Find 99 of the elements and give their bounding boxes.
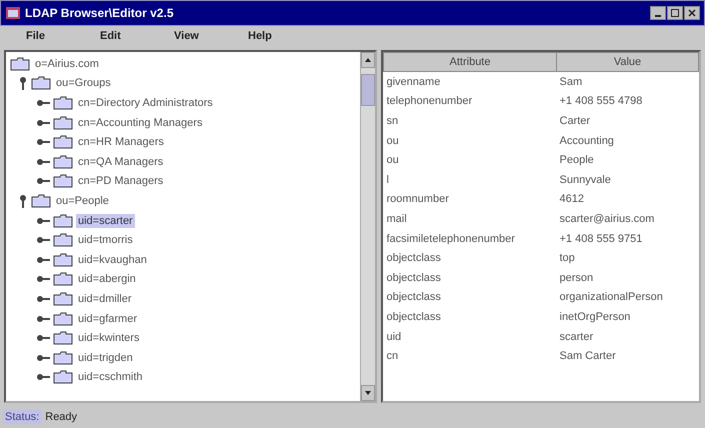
table-cell-text: ou xyxy=(386,134,400,149)
collapsed-handle-icon[interactable] xyxy=(36,137,50,148)
table-cell-text: l xyxy=(386,172,390,188)
tree-item[interactable]: uid=kvaughan xyxy=(76,252,149,267)
table-cell-text: person xyxy=(558,270,594,286)
collapsed-handle-icon[interactable] xyxy=(36,216,50,226)
table-cell-text: objectclass xyxy=(386,270,442,286)
folder-icon xyxy=(53,233,73,248)
table-cell-text: People xyxy=(558,153,595,168)
table-cell-text: scarter xyxy=(558,330,594,345)
collapsed-handle-icon[interactable] xyxy=(36,156,50,167)
tree-item[interactable]: o=Airius.com xyxy=(33,56,101,71)
column-header[interactable]: Attribute xyxy=(384,52,556,72)
tree-item[interactable]: uid=dmiller xyxy=(76,292,134,306)
folder-icon xyxy=(53,350,73,365)
close-icon xyxy=(688,9,696,17)
folder-icon xyxy=(53,96,73,110)
status-label: Status: xyxy=(3,410,42,424)
menu-item[interactable]: File xyxy=(26,30,100,42)
menu-item[interactable]: View xyxy=(174,30,248,42)
collapsed-handle-icon[interactable] xyxy=(36,372,50,382)
folder-icon xyxy=(53,174,73,188)
table-cell: Sam xyxy=(556,72,698,92)
tree-item[interactable]: cn=HR Managers xyxy=(76,135,166,150)
expanded-handle-icon[interactable] xyxy=(18,76,28,90)
tree-item[interactable]: uid=trigden xyxy=(76,350,135,365)
collapsed-handle-icon[interactable] xyxy=(36,176,50,186)
collapsed-handle-icon[interactable] xyxy=(36,235,50,246)
folder-icon xyxy=(10,56,30,71)
scrollbar[interactable] xyxy=(360,52,375,401)
collapsed-handle-icon[interactable] xyxy=(36,294,50,304)
window-title: LDAP Browser\Editor v2.5 xyxy=(25,6,174,20)
folder-icon xyxy=(31,194,51,208)
folder-icon xyxy=(53,214,73,228)
expanded-handle-icon[interactable] xyxy=(18,194,28,208)
folder-icon xyxy=(53,272,73,286)
folder-icon xyxy=(53,252,73,267)
table-cell-text: uid xyxy=(386,330,402,345)
tree-item[interactable]: uid=scarter xyxy=(76,214,135,228)
collapsed-handle-icon[interactable] xyxy=(36,314,50,324)
table-cell-text: cn xyxy=(386,349,400,364)
folder-icon xyxy=(53,154,73,169)
tree-item[interactable]: uid=tmorris xyxy=(76,233,135,248)
folder-icon xyxy=(53,331,73,346)
table-cell-text: +1 408 555 4798 xyxy=(558,94,644,110)
minimize-button[interactable] xyxy=(650,6,666,20)
column-header[interactable]: Value xyxy=(556,52,698,72)
tree-item[interactable]: cn=QA Managers xyxy=(76,154,166,169)
table-cell-text: inetOrgPerson xyxy=(558,310,632,325)
collapsed-handle-icon[interactable] xyxy=(36,118,50,128)
table-cell-text: telephonenumber xyxy=(386,94,474,110)
collapsed-handle-icon[interactable] xyxy=(36,333,50,344)
table-cell-text: 4612 xyxy=(558,192,585,208)
tree-item[interactable]: ou=Groups xyxy=(54,76,113,90)
scroll-up-icon[interactable] xyxy=(365,58,371,62)
table-cell-text: top xyxy=(558,251,576,266)
collapsed-handle-icon[interactable] xyxy=(36,352,50,363)
table-cell-text: mail xyxy=(386,212,408,227)
menu-item[interactable]: Help xyxy=(248,30,322,42)
table-cell-text: sn xyxy=(386,114,400,129)
maximize-icon xyxy=(671,9,679,17)
table-cell-text: organizationalPerson xyxy=(558,290,664,306)
collapsed-handle-icon[interactable] xyxy=(36,254,50,265)
folder-icon xyxy=(53,135,73,150)
app-icon xyxy=(5,5,21,21)
table-cell-text: objectclass xyxy=(386,290,442,306)
close-button[interactable] xyxy=(684,6,700,20)
tree-item[interactable]: uid=cschmith xyxy=(76,370,145,384)
table-cell-text: Sunnyvale xyxy=(558,172,612,188)
tree-item[interactable]: uid=abergin xyxy=(76,272,138,286)
status-text: Ready xyxy=(45,411,78,423)
table-cell: givenname xyxy=(384,72,556,92)
table-cell-text: Accounting xyxy=(558,134,615,149)
folder-icon xyxy=(31,76,51,90)
table-cell-text: scarter@airius.com xyxy=(558,212,656,227)
collapsed-handle-icon[interactable] xyxy=(36,98,50,108)
table-cell-text: Sam Carter xyxy=(558,349,617,364)
menu-item[interactable]: Edit xyxy=(100,30,174,42)
table-cell-text: +1 408 555 9751 xyxy=(558,232,644,247)
table-cell-text: roomnumber xyxy=(386,192,450,208)
collapsed-handle-icon[interactable] xyxy=(36,274,50,284)
folder-icon xyxy=(53,116,73,130)
folder-icon xyxy=(53,370,73,384)
tree-item[interactable]: cn=Directory Administrators xyxy=(76,96,215,110)
tree-item[interactable]: uid=kwinters xyxy=(76,331,142,346)
tree-item[interactable]: uid=gfarmer xyxy=(76,312,140,326)
table-cell-text: objectclass xyxy=(386,310,442,325)
tree-item[interactable]: ou=People xyxy=(54,194,111,208)
table-cell-text: Carter xyxy=(558,114,592,129)
scroll-thumb[interactable] xyxy=(361,74,375,106)
tree-item[interactable]: cn=Accounting Managers xyxy=(76,116,204,130)
maximize-button[interactable] xyxy=(667,6,683,20)
table-cell-text: objectclass xyxy=(386,251,442,266)
folder-icon xyxy=(53,292,73,306)
folder-icon xyxy=(53,312,73,326)
scroll-down-icon[interactable] xyxy=(365,391,371,395)
table-cell-text: ou xyxy=(386,153,400,168)
tree-item[interactable]: cn=PD Managers xyxy=(76,174,166,188)
table-cell-text: facsimiletelephonenumber xyxy=(386,232,516,247)
